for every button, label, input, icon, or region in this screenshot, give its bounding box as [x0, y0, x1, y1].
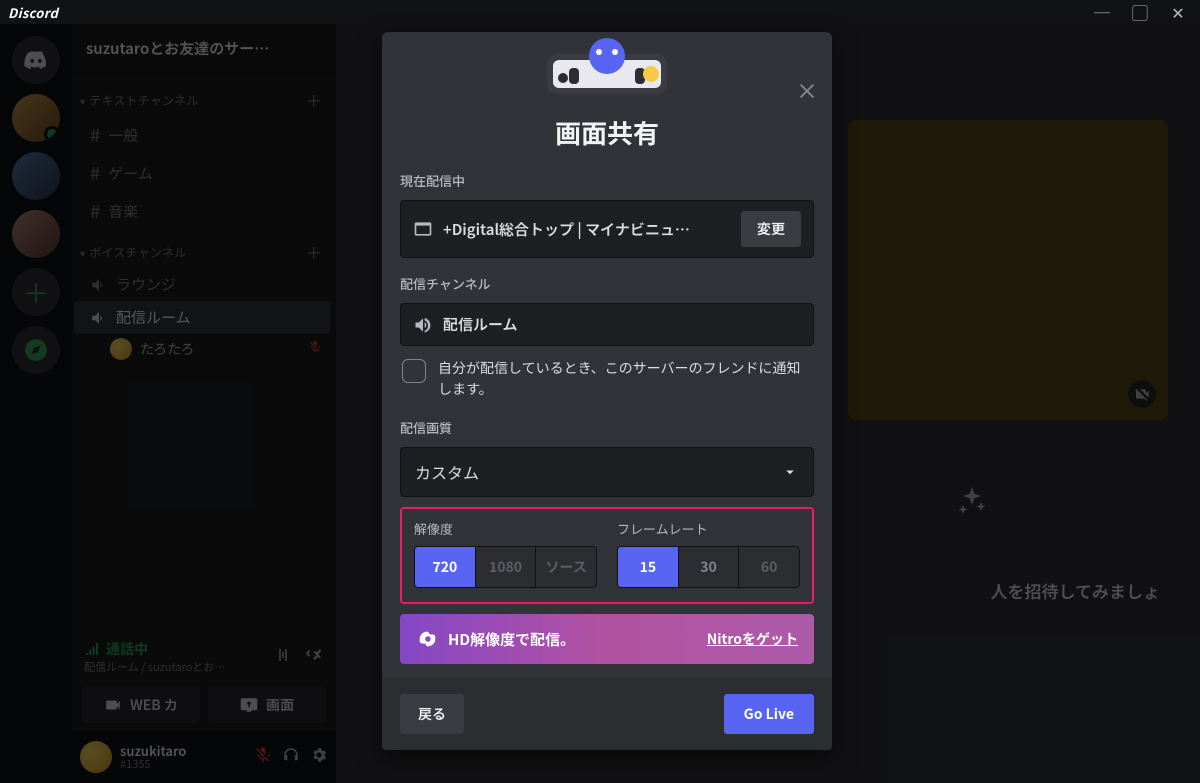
- window-minimize-button[interactable]: ─: [1088, 1, 1116, 23]
- window-maximize-button[interactable]: ▢: [1126, 1, 1154, 23]
- checkbox[interactable]: [402, 359, 426, 383]
- streaming-source-name: +Digital総合トップ | マイナビニュ…: [443, 219, 731, 240]
- notify-friends-text: 自分が配信しているとき、このサーバーのフレンドに通知します。: [438, 358, 810, 400]
- quality-settings: 解像度 720 1080 ソース フレームレート 15 30 60: [400, 507, 814, 604]
- back-button[interactable]: 戻る: [400, 694, 464, 734]
- streaming-now-label: 現在配信中: [400, 171, 814, 190]
- stream-channel-name: 配信ルーム: [443, 314, 801, 335]
- modal-title: 画面共有: [382, 96, 832, 161]
- modal-hero-illustration: [382, 32, 832, 96]
- framerate-segmented: 15 30 60: [617, 546, 800, 588]
- stream-channel-row[interactable]: 配信ルーム: [400, 303, 814, 346]
- framerate-option-60[interactable]: 60: [739, 547, 799, 587]
- framerate-option-30[interactable]: 30: [679, 547, 740, 587]
- nitro-icon: [416, 628, 438, 650]
- framerate-label: フレームレート: [617, 519, 800, 538]
- quality-preset-select[interactable]: カスタム: [400, 447, 814, 497]
- nitro-upsell: HD解像度で配信。 Nitroをゲット: [400, 614, 814, 664]
- resolution-segmented: 720 1080 ソース: [414, 546, 597, 588]
- close-icon[interactable]: [796, 80, 818, 107]
- speaker-icon: [413, 315, 433, 335]
- framerate-option-15[interactable]: 15: [618, 547, 679, 587]
- resolution-option-1080[interactable]: 1080: [476, 547, 537, 587]
- resolution-option-source[interactable]: ソース: [536, 547, 596, 587]
- notify-friends-row[interactable]: 自分が配信しているとき、このサーバーのフレンドに通知します。: [400, 356, 814, 402]
- quality-preset-value: カスタム: [415, 460, 479, 484]
- go-live-button[interactable]: Go Live: [724, 694, 814, 734]
- resolution-label: 解像度: [414, 519, 597, 538]
- change-source-button[interactable]: 変更: [741, 211, 801, 247]
- stream-quality-label: 配信画質: [400, 418, 814, 437]
- stream-channel-label: 配信チャンネル: [400, 274, 814, 293]
- chevron-down-icon: [781, 463, 799, 481]
- app-brand: Discord: [8, 3, 58, 22]
- window-close-button[interactable]: ✕: [1164, 1, 1192, 23]
- streaming-source-row: +Digital総合トップ | マイナビニュ… 変更: [400, 200, 814, 258]
- screen-share-modal: 画面共有 現在配信中 +Digital総合トップ | マイナビニュ… 変更 配信…: [382, 32, 832, 750]
- window-icon: [413, 219, 433, 239]
- nitro-get-link[interactable]: Nitroをゲット: [707, 629, 798, 649]
- resolution-option-720[interactable]: 720: [415, 547, 476, 587]
- nitro-text: HD解像度で配信。: [448, 629, 575, 650]
